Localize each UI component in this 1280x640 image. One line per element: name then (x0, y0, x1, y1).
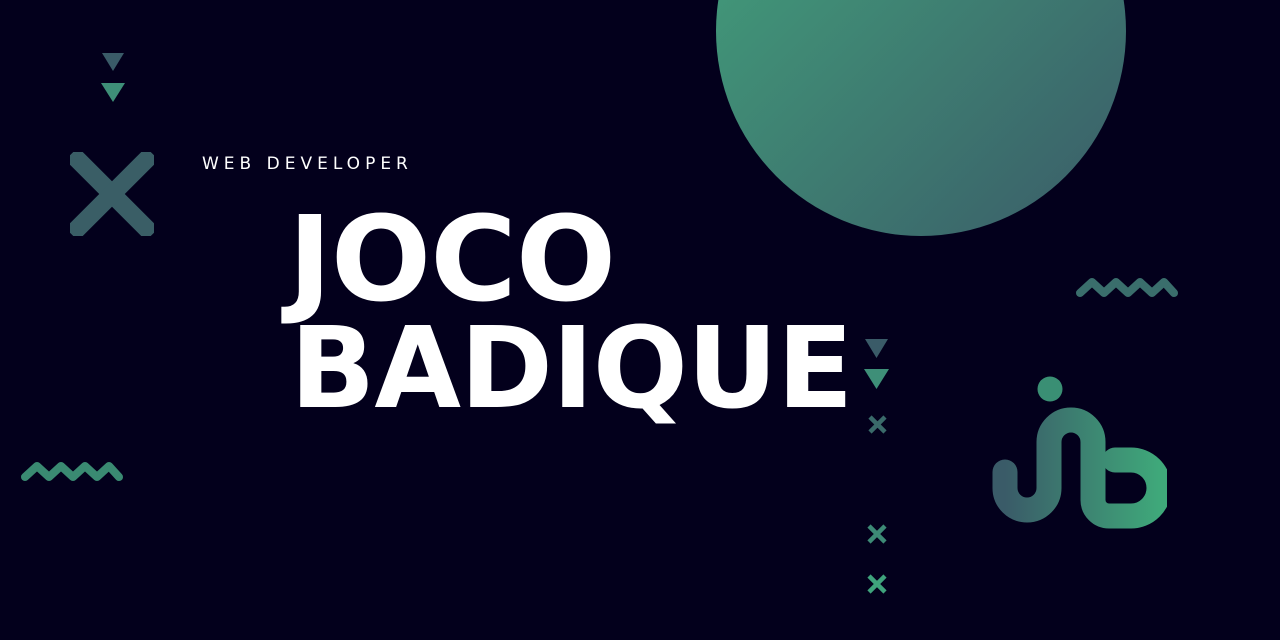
zigzag-wave-icon (21, 462, 123, 481)
x-cross-icon (70, 152, 154, 236)
first-name: JOCO (288, 190, 616, 328)
last-name: BADIQUE (290, 304, 853, 434)
zigzag-wave-icon (1076, 278, 1178, 297)
jb-logo-icon (992, 376, 1167, 529)
x-cross-icon (868, 415, 887, 434)
job-title: WEB DEVELOPER (202, 154, 413, 174)
x-cross-icon (867, 574, 887, 594)
triangle-down-icon (101, 53, 125, 102)
triangle-down-icon (864, 339, 889, 389)
x-cross-icon (867, 524, 887, 544)
circle-decoration (716, 0, 1126, 236)
